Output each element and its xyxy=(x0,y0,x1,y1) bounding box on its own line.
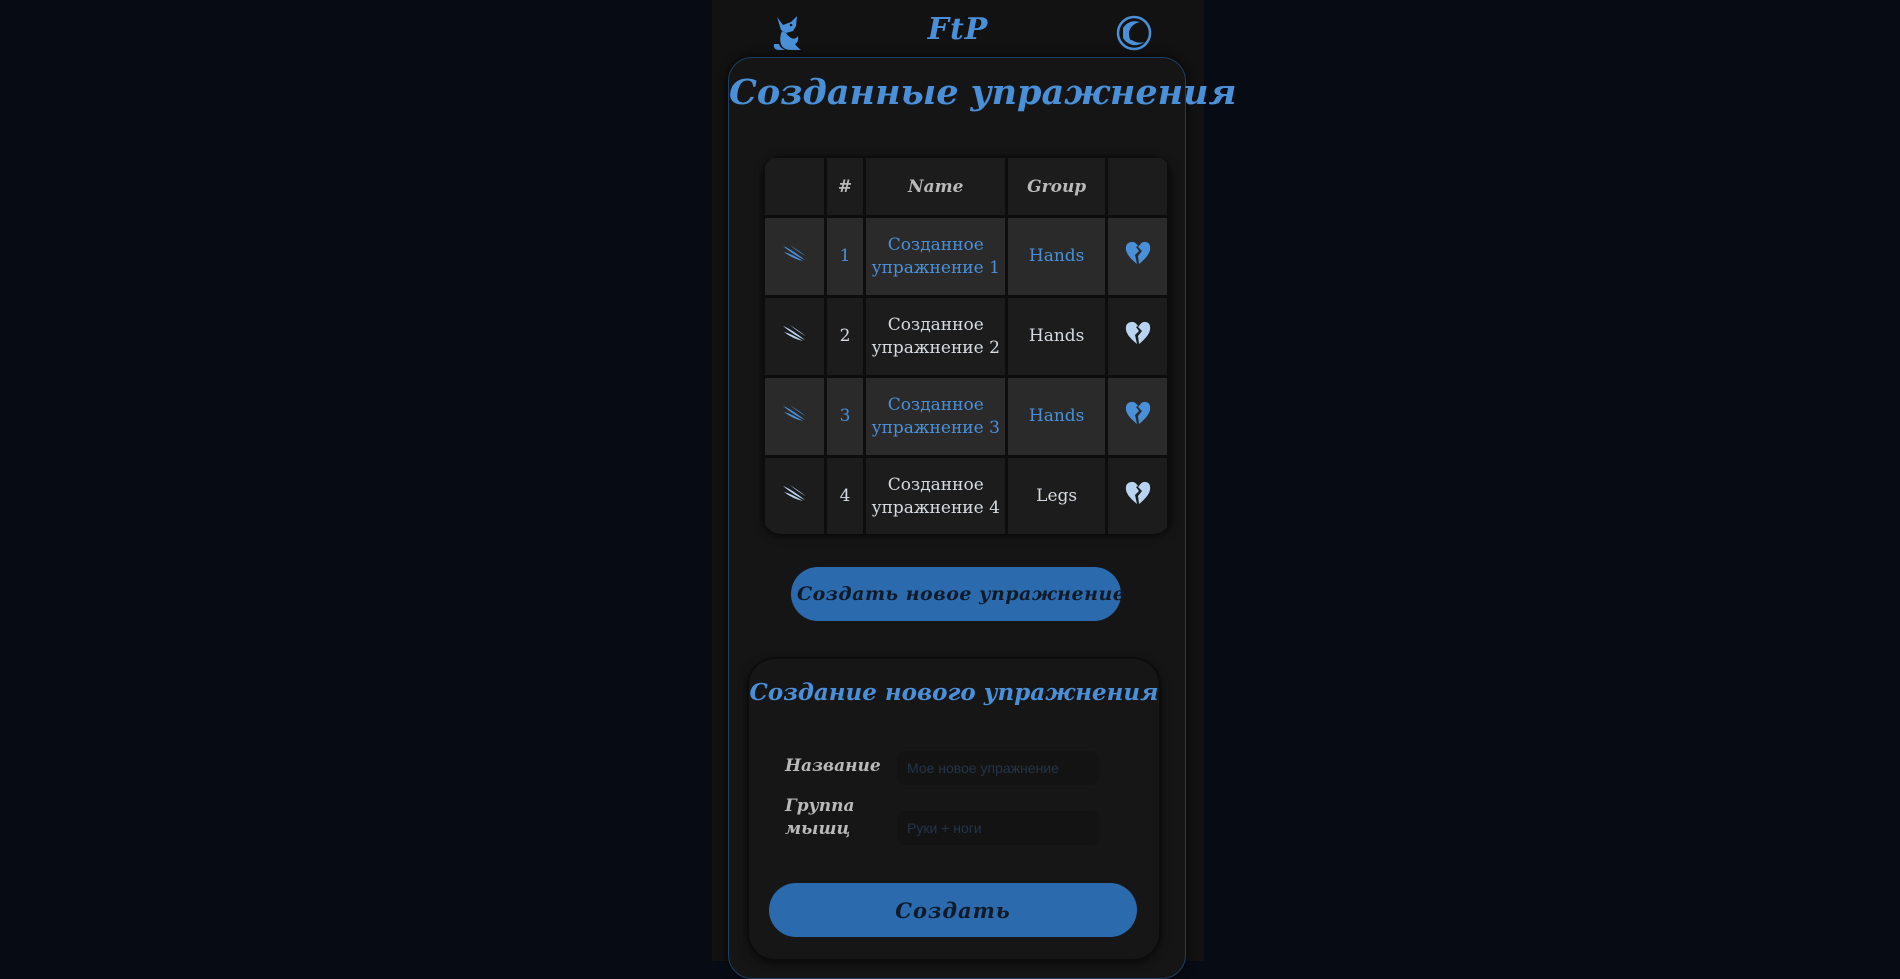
table-header-row: # Name Group xyxy=(765,158,1167,215)
swoosh-icon[interactable] xyxy=(781,323,807,343)
row-exercise-name[interactable]: Созданное упражнение 1 xyxy=(866,218,1006,295)
row-muscle-group: Hands xyxy=(1008,218,1106,295)
create-new-exercise-button[interactable]: Создать новое упражнение xyxy=(791,567,1125,621)
table-row[interactable]: 3 Созданное упражнение 3 Hands xyxy=(765,378,1167,455)
row-icon-cell xyxy=(765,458,824,534)
row-exercise-name[interactable]: Созданное упражнение 4 xyxy=(866,458,1006,534)
exercise-name-input[interactable] xyxy=(897,751,1099,785)
app-header: FtP xyxy=(712,0,1204,60)
table-row[interactable]: 2 Созданное упражнение 2 Hands xyxy=(765,298,1167,375)
table-row[interactable]: 4 Созданное упражнение 4 Legs xyxy=(765,458,1167,534)
column-header-favorite xyxy=(1108,158,1167,215)
page-title: Созданные упражнения xyxy=(729,72,1237,113)
row-icon-cell xyxy=(765,378,824,455)
broken-heart-icon[interactable] xyxy=(1125,321,1151,345)
row-exercise-name[interactable]: Созданное упражнение 3 xyxy=(866,378,1006,455)
column-header-group: Group xyxy=(1008,158,1106,215)
row-icon-cell xyxy=(765,218,824,295)
new-exercise-form: Создание нового упражнения Название Груп… xyxy=(749,659,1159,959)
row-muscle-group: Hands xyxy=(1008,378,1106,455)
row-favorite-cell xyxy=(1108,378,1167,455)
row-favorite-cell xyxy=(1108,218,1167,295)
broken-heart-icon[interactable] xyxy=(1125,481,1151,505)
row-favorite-cell xyxy=(1108,458,1167,534)
moon-icon[interactable] xyxy=(1115,14,1153,52)
create-submit-button[interactable]: Создать xyxy=(769,883,1137,937)
exercises-card: Созданные упражнения # Name Group 1 Созд… xyxy=(728,57,1237,979)
app-column: FtP Созданные упражнения # Name Group 1 … xyxy=(712,0,1236,979)
table-row[interactable]: 1 Созданное упражнение 1 Hands xyxy=(765,218,1167,295)
broken-heart-icon[interactable] xyxy=(1125,401,1151,425)
row-number: 3 xyxy=(826,378,864,455)
row-number: 1 xyxy=(826,218,864,295)
row-exercise-name[interactable]: Созданное упражнение 2 xyxy=(866,298,1006,375)
broken-heart-icon[interactable] xyxy=(1125,241,1151,265)
swoosh-icon[interactable] xyxy=(781,243,807,263)
exercises-table: # Name Group 1 Созданное упражнение 1 Ha… xyxy=(763,156,1170,534)
row-favorite-cell xyxy=(1108,298,1167,375)
row-number: 4 xyxy=(826,458,864,534)
swoosh-icon[interactable] xyxy=(781,483,807,503)
row-muscle-group: Legs xyxy=(1008,458,1106,534)
muscle-group-label: Группа мышц xyxy=(785,796,855,839)
row-muscle-group: Hands xyxy=(1008,298,1106,375)
exercise-name-label: Название xyxy=(785,756,881,776)
row-icon-cell xyxy=(765,298,824,375)
column-header-name: Name xyxy=(866,158,1006,215)
row-number: 2 xyxy=(826,298,864,375)
exercises-table-container: # Name Group 1 Созданное упражнение 1 Ha… xyxy=(763,156,1171,534)
swoosh-icon[interactable] xyxy=(781,403,807,423)
column-header-icon xyxy=(765,158,824,215)
muscle-group-input[interactable] xyxy=(897,811,1099,845)
form-title: Создание нового упражнения xyxy=(749,679,1159,706)
column-header-number: # xyxy=(826,158,864,215)
